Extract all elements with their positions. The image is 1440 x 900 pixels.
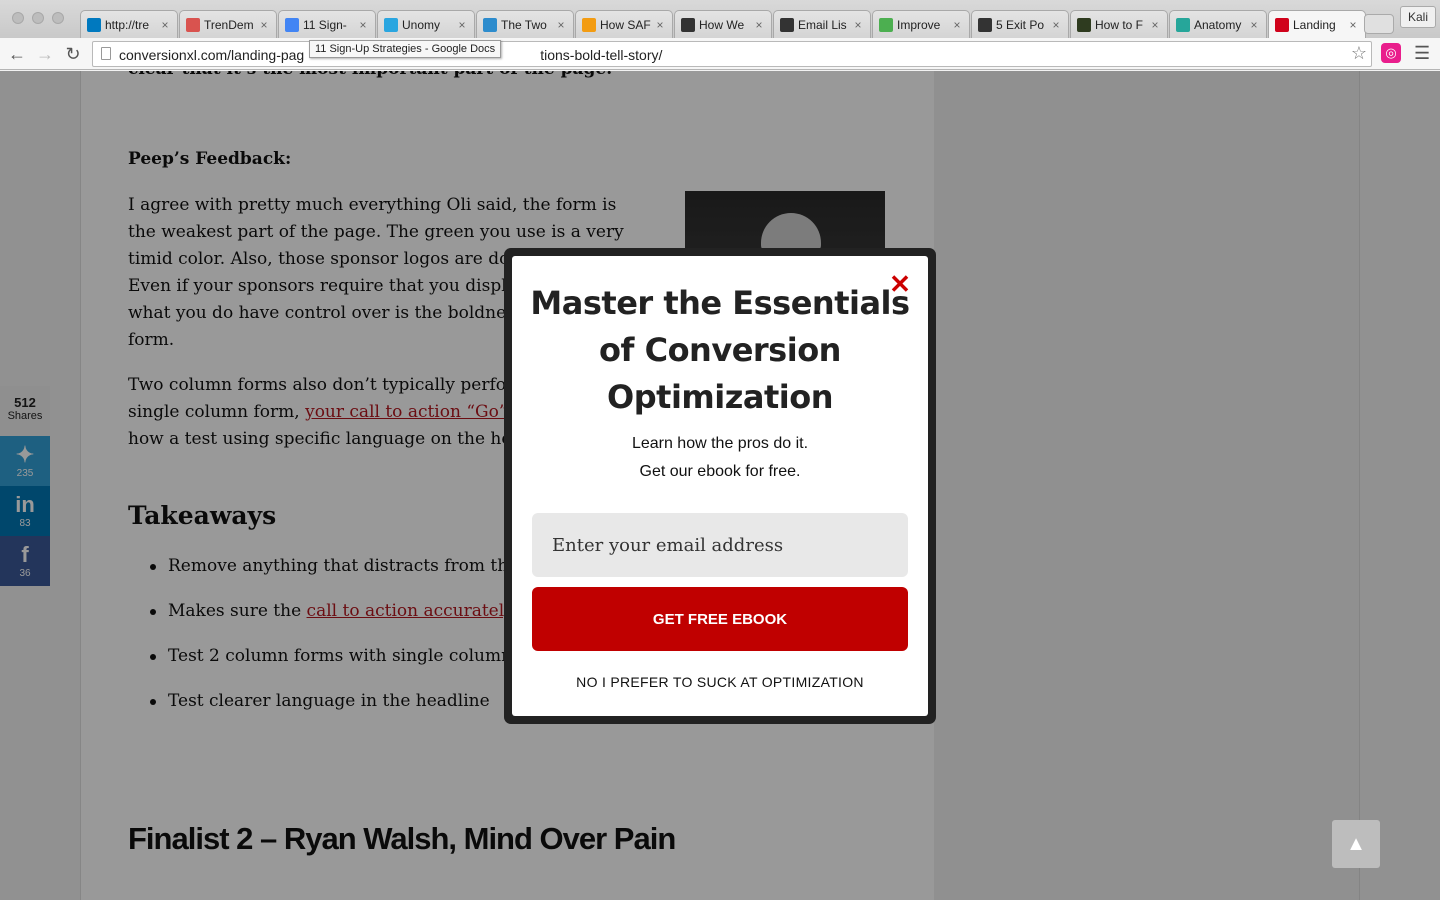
- window-zoom-button[interactable]: [52, 12, 64, 24]
- modal-title: Master the Essentials of Conversion Opti…: [530, 284, 910, 416]
- browser-tab[interactable]: 5 Exit Po ×: [971, 10, 1069, 38]
- window-minimize-button[interactable]: [32, 12, 44, 24]
- tab-title: How SAF: [600, 17, 651, 32]
- new-tab-button[interactable]: [1364, 14, 1394, 34]
- page-icon: [101, 47, 111, 60]
- tab-close-icon[interactable]: ×: [456, 18, 468, 32]
- tab-close-icon[interactable]: ×: [1248, 18, 1260, 32]
- profile-button[interactable]: Kali: [1400, 6, 1436, 28]
- tab-tooltip: 11 Sign-Up Strategies - Google Docs: [309, 40, 502, 58]
- tab-title: Unomy: [402, 17, 441, 32]
- tab-title: 11 Sign-: [303, 17, 347, 32]
- browser-tab[interactable]: http://tre ×: [80, 10, 178, 38]
- browser-tab[interactable]: How SAF ×: [575, 10, 673, 38]
- tab-title: How We: [699, 17, 745, 32]
- forward-arrow-icon[interactable]: →: [34, 43, 56, 65]
- tab-strip: http://tre × TrenDem × 11 Sign- × Unomy × The Tw…: [0, 0, 1440, 38]
- browser-tab[interactable]: Landing ×: [1268, 10, 1366, 38]
- browser-tab[interactable]: Unomy ×: [377, 10, 475, 38]
- trello-icon: [87, 17, 101, 32]
- google-docs-icon: [285, 17, 299, 32]
- tab-title: 5 Exit Po: [996, 17, 1045, 32]
- bookmark-star-icon[interactable]: ☆: [1351, 43, 1367, 64]
- tab-close-icon[interactable]: ×: [357, 18, 369, 32]
- browser-tab[interactable]: TrenDem ×: [179, 10, 277, 38]
- tab-title: Improve: [897, 17, 941, 32]
- wave-icon: [483, 17, 497, 32]
- tab-title: TrenDem: [204, 17, 254, 32]
- tab-title: The Two: [501, 17, 547, 32]
- reload-icon[interactable]: ↻: [62, 43, 84, 65]
- tab-title: How to F: [1095, 17, 1144, 32]
- email-capture-modal: ✕ Master the Essentials of Conversion Op…: [504, 248, 936, 724]
- browser-tab[interactable]: The Two ×: [476, 10, 574, 38]
- m-icon: [1176, 17, 1190, 32]
- panda-icon: [978, 17, 992, 32]
- browser-tab[interactable]: Email Lis ×: [773, 10, 871, 38]
- address-bar[interactable]: conversionxl.com/landing-pag tions-bold-t…: [92, 41, 1372, 67]
- modal-body: ✕ Master the Essentials of Conversion Op…: [512, 256, 928, 716]
- browser-toolbar: ← → ↻ conversionxl.com/landing-pag tions-…: [0, 38, 1440, 70]
- orange-circle-icon: [582, 17, 596, 32]
- email-input[interactable]: [532, 513, 908, 577]
- web-page: clear that it’s the most important part …: [0, 71, 1440, 900]
- tab-close-icon[interactable]: ×: [753, 18, 765, 32]
- menu-icon[interactable]: ☰: [1414, 43, 1430, 64]
- modal-subtitle: Learn how the pros do it. Get our ebook …: [631, 435, 809, 480]
- xl-icon: [1275, 17, 1289, 32]
- leaf-icon: [879, 17, 893, 32]
- tab-title: Landing: [1293, 17, 1336, 32]
- back-to-top-button[interactable]: ▲: [1332, 820, 1380, 868]
- get-free-ebook-button[interactable]: GET FREE EBOOK: [532, 587, 908, 651]
- trendemon-icon: [186, 17, 200, 32]
- extension-icon[interactable]: ◎: [1381, 43, 1401, 63]
- tab-close-icon[interactable]: ×: [1149, 18, 1161, 32]
- url-text: conversionxl.com/landing-pag: [119, 47, 305, 63]
- tab-title: Anatomy: [1194, 17, 1242, 32]
- browser-tab[interactable]: Improve ×: [872, 10, 970, 38]
- tab-close-icon[interactable]: ×: [1050, 18, 1062, 32]
- browser-tab[interactable]: How We ×: [674, 10, 772, 38]
- browser-tab[interactable]: Anatomy ×: [1169, 10, 1267, 38]
- back-arrow-icon[interactable]: ←: [6, 43, 28, 65]
- tab-close-icon[interactable]: ×: [555, 18, 567, 32]
- layers-icon: [780, 17, 794, 32]
- tab-close-icon[interactable]: ×: [951, 18, 963, 32]
- url-tail-text: tions-bold-tell-story/: [540, 47, 663, 63]
- browser-tab[interactable]: How to F ×: [1070, 10, 1168, 38]
- ad-icon: [1077, 17, 1091, 32]
- tab-title: http://tre: [105, 17, 150, 32]
- tab-close-icon[interactable]: ×: [159, 18, 171, 32]
- tab-close-icon[interactable]: ×: [654, 18, 666, 32]
- tab-close-icon[interactable]: ×: [1347, 18, 1359, 32]
- unomy-icon: [384, 17, 398, 32]
- layers-icon: [681, 17, 695, 32]
- tabs: http://tre × TrenDem × 11 Sign- × Unomy × The Tw…: [80, 10, 1367, 38]
- window-close-button[interactable]: [12, 12, 24, 24]
- decline-link[interactable]: NO I PREFER TO SUCK AT OPTIMIZATION: [528, 674, 912, 690]
- browser-tab[interactable]: 11 Sign- ×: [278, 10, 376, 38]
- tab-close-icon[interactable]: ×: [852, 18, 864, 32]
- tab-title: Email Lis: [798, 17, 847, 32]
- tab-close-icon[interactable]: ×: [258, 18, 270, 32]
